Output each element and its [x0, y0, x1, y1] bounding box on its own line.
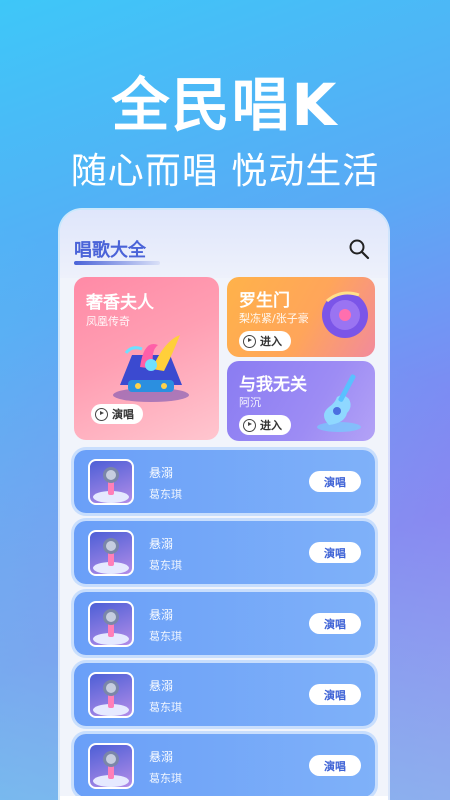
bottom-tab-bar [60, 796, 388, 800]
phone-mockup: 唱歌大全 奢香夫人 凤凰传奇 演唱 罗生门 梨冻紧/张子豪 进入 与我无关 阿沉… [60, 210, 388, 800]
music-logo-illustration [113, 335, 189, 402]
list-item[interactable]: 悬溺 葛东琪 演唱 [74, 450, 375, 513]
card-title: 罗生门 [239, 291, 290, 311]
promo-headline: 全民唱K [111, 71, 339, 139]
song-artist: 葛东琪 [149, 630, 182, 643]
play-icon [243, 334, 256, 348]
song-title: 悬溺 [149, 466, 174, 480]
list-item[interactable]: 悬溺 葛东琪 演唱 [74, 663, 375, 726]
list-item[interactable]: 悬溺 葛东琪 演唱 [74, 592, 375, 655]
sing-button[interactable]: 演唱 [309, 542, 361, 563]
card-subtitle: 梨冻紧/张子豪 [239, 312, 309, 325]
enter-button[interactable]: 进入 [239, 415, 291, 435]
song-card-yuwowuguan[interactable]: 与我无关 阿沉 进入 [227, 361, 375, 441]
song-artist: 葛东琪 [149, 772, 182, 785]
list-item[interactable]: 悬溺 葛东琪 演唱 [74, 521, 375, 584]
song-card-luoshengmen[interactable]: 罗生门 梨冻紧/张子豪 进入 [227, 277, 375, 357]
sing-button[interactable]: 演唱 [309, 755, 361, 776]
list-item[interactable]: 悬溺 葛东琪 演唱 [74, 734, 375, 797]
song-artist: 葛东琪 [149, 488, 182, 501]
microphone-icon [88, 672, 134, 718]
sing-button[interactable]: 演唱 [309, 613, 361, 634]
sing-button[interactable]: 演唱 [91, 404, 143, 424]
title-underline [74, 261, 160, 265]
microphone-icon [88, 601, 134, 647]
sing-button-label: 演唱 [112, 408, 134, 421]
sing-button[interactable]: 演唱 [309, 471, 361, 492]
song-title: 悬溺 [149, 537, 174, 551]
song-title: 悬溺 [149, 679, 174, 693]
play-icon [243, 418, 256, 432]
enter-button-label: 进入 [260, 419, 282, 432]
vinyl-record-icon [322, 291, 368, 338]
microphone-icon [88, 459, 134, 505]
song-title: 悬溺 [149, 750, 174, 764]
song-artist: 葛东琪 [149, 701, 182, 714]
microphone-icon [88, 530, 134, 576]
song-title: 悬溺 [149, 608, 174, 622]
card-title: 与我无关 [239, 375, 307, 395]
play-icon [95, 407, 108, 421]
sing-button[interactable]: 演唱 [309, 684, 361, 705]
featured-song-title: 奢香夫人 [86, 293, 154, 313]
song-artist: 葛东琪 [149, 559, 182, 572]
promo-subline: 随心而唱 悦动生活 [70, 151, 380, 192]
enter-button[interactable]: 进入 [239, 331, 291, 351]
song-list: 悬溺 葛东琪 演唱 悬溺 葛东琪 演唱 悬溺 葛东琪 演唱 悬溺 葛东琪 演唱 … [74, 450, 375, 800]
card-subtitle: 阿沉 [239, 396, 261, 409]
page-title: 唱歌大全 [74, 240, 146, 261]
featured-song-card[interactable]: 奢香夫人 凤凰传奇 演唱 [74, 277, 219, 440]
guitar-icon [317, 374, 361, 432]
microphone-icon [88, 743, 134, 789]
search-icon[interactable] [348, 238, 370, 260]
enter-button-label: 进入 [260, 335, 282, 348]
